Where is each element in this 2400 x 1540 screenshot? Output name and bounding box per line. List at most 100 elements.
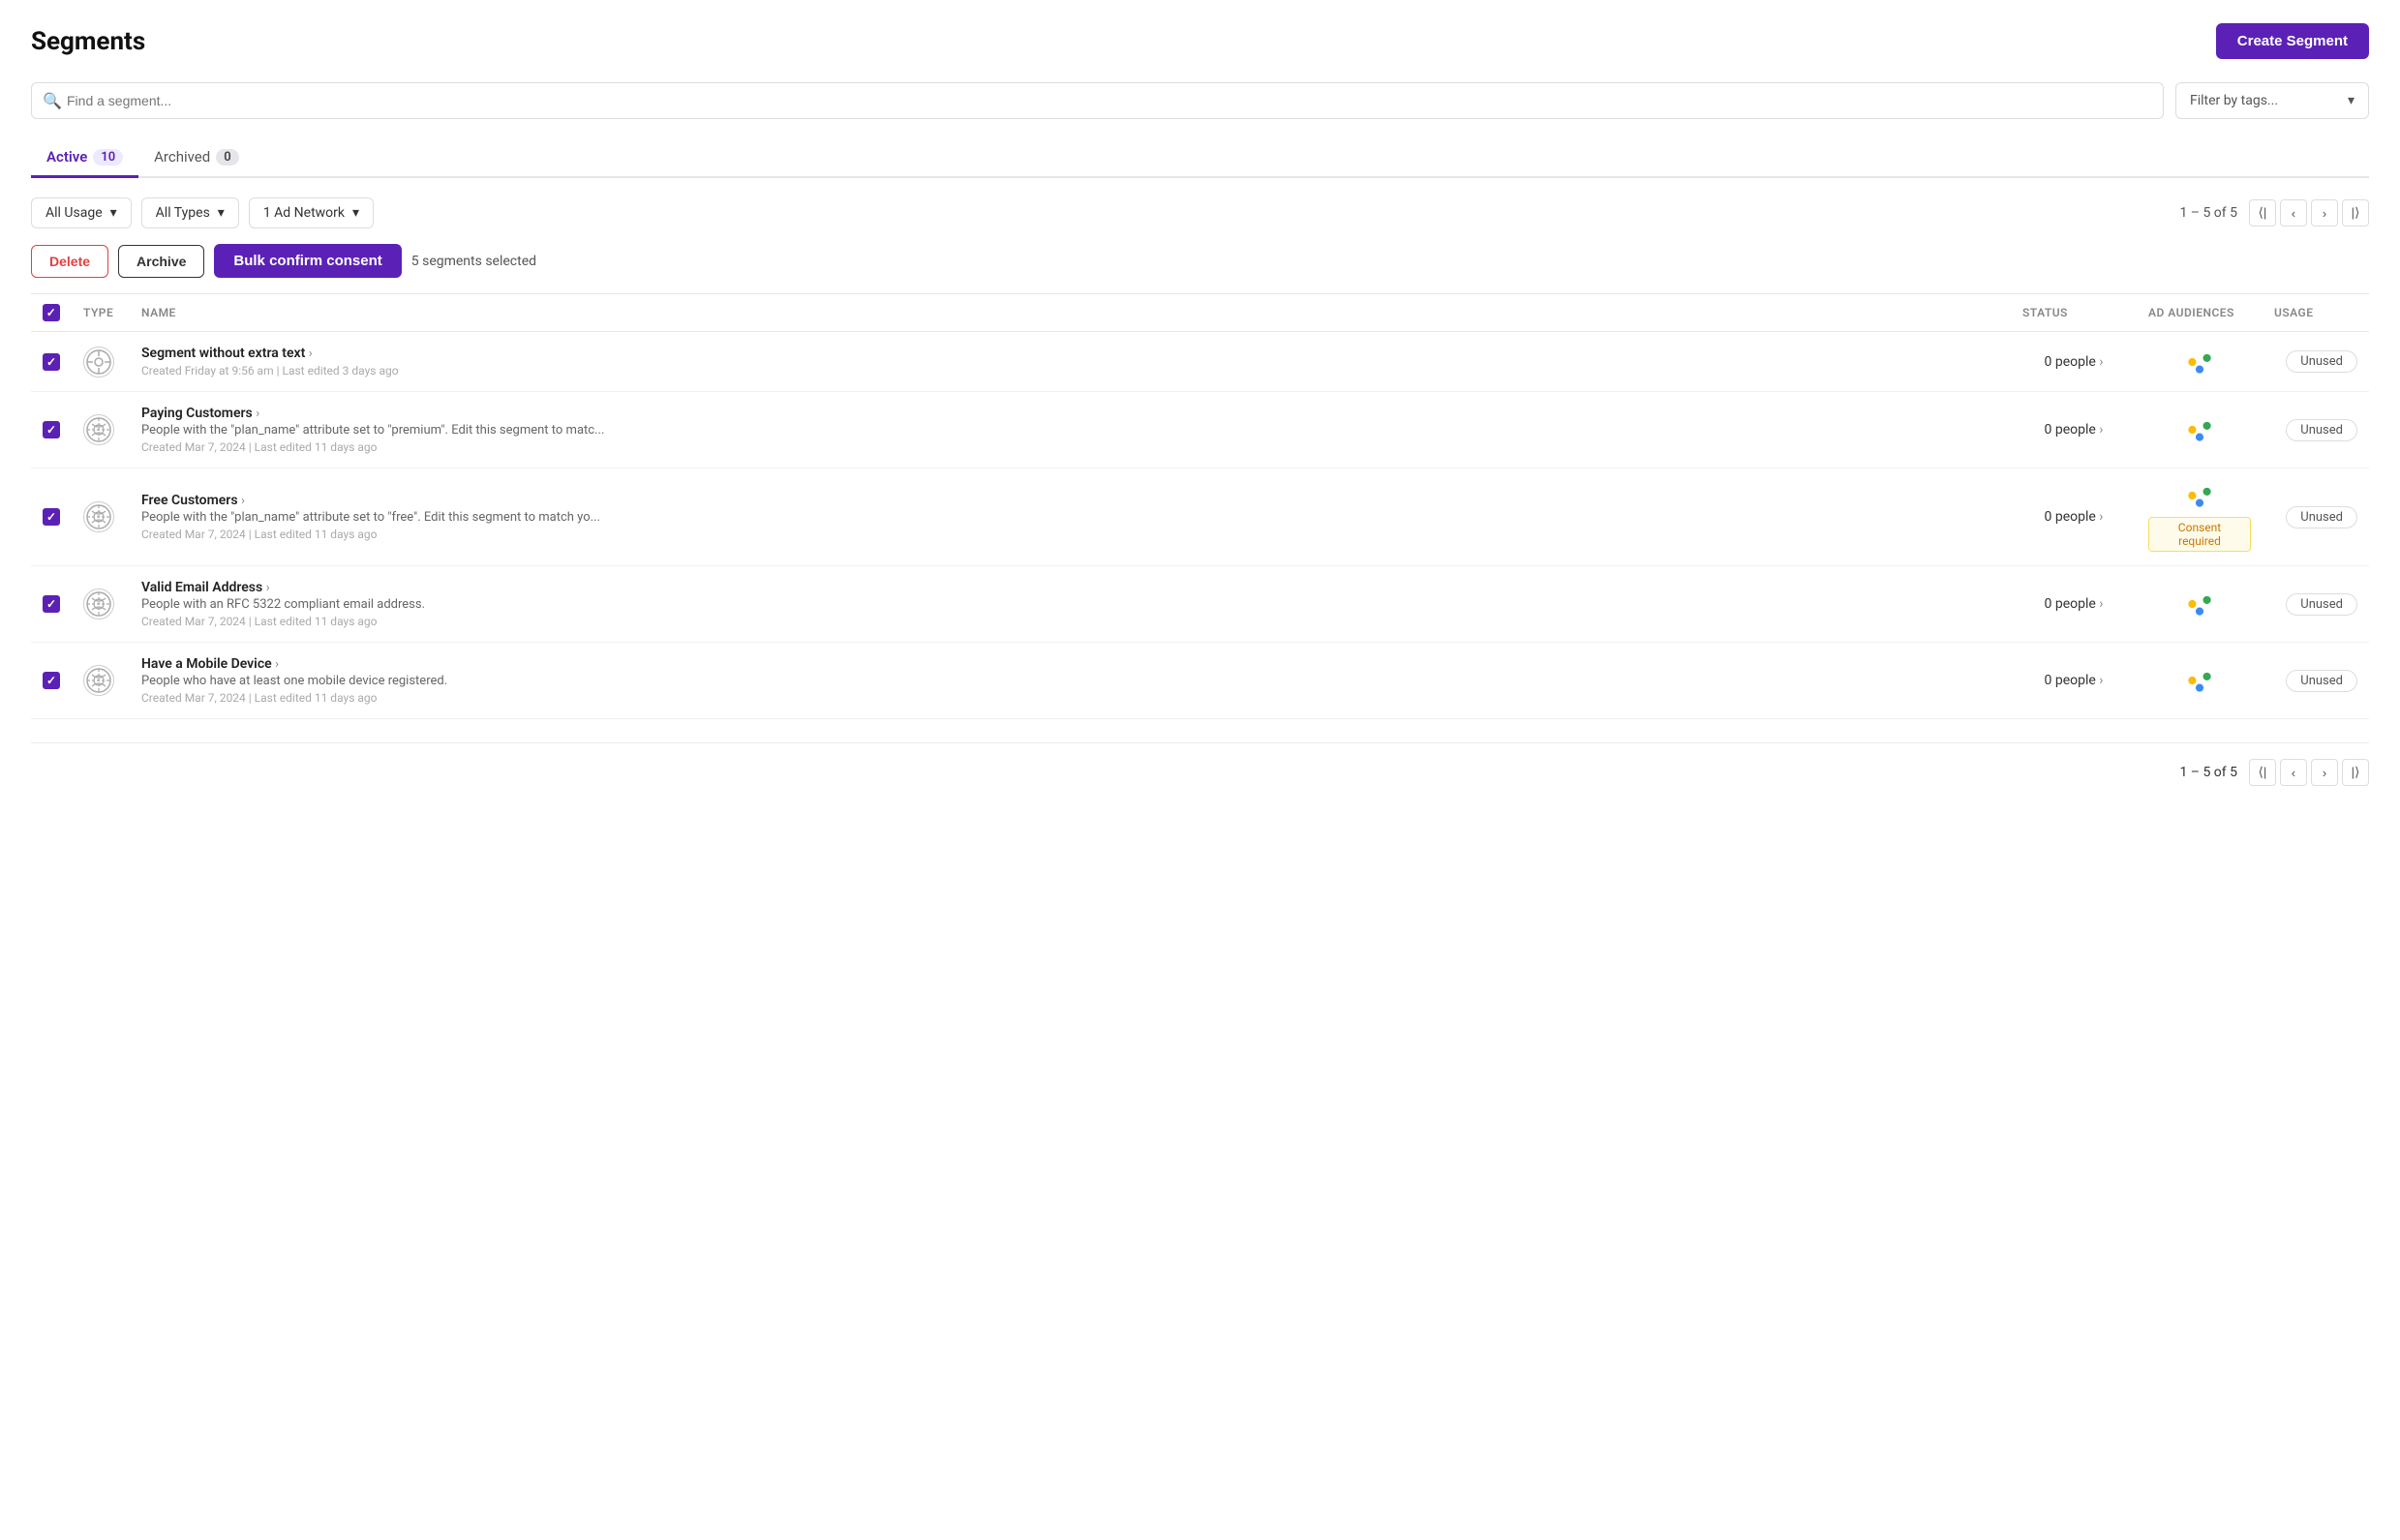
usage-chevron-icon: ▾	[110, 205, 117, 221]
row-type-cell	[72, 566, 130, 643]
top-pagination-info: 1 – 5 of 5	[2179, 205, 2237, 221]
page-header: Segments Create Segment	[31, 23, 2369, 59]
checkmark-icon: ✓	[46, 674, 56, 687]
tab-active[interactable]: Active 10	[31, 138, 138, 178]
header-usage: USAGE	[2263, 294, 2369, 332]
segment-name-1[interactable]: Segment without extra text ›	[141, 346, 1999, 361]
status-people-1[interactable]: 0 people ›	[2045, 354, 2104, 370]
row-checkbox-1[interactable]: ✓	[43, 353, 60, 371]
table-row: ✓ Valid Email Address › People with an R…	[31, 566, 2369, 643]
google-ads-icon-2	[2186, 416, 2213, 443]
row-usage-cell: Unused	[2263, 332, 2369, 392]
status-people-3[interactable]: 0 people ›	[2045, 509, 2104, 525]
tab-active-badge: 10	[93, 149, 123, 166]
row-checkbox-3[interactable]: ✓	[43, 508, 60, 526]
last-page-button[interactable]: |⟩	[2342, 199, 2369, 226]
row-checkbox-2[interactable]: ✓	[43, 421, 60, 438]
bottom-first-page-button[interactable]: ⟨|	[2249, 759, 2276, 786]
row-name-cell: Valid Email Address › People with an RFC…	[130, 566, 2011, 643]
checkmark-icon: ✓	[46, 597, 56, 611]
type-icon-1	[83, 347, 114, 377]
bulk-confirm-consent-button[interactable]: Bulk confirm consent	[214, 244, 401, 278]
types-dropdown[interactable]: All Types ▾	[141, 197, 239, 228]
types-chevron-icon: ▾	[218, 205, 225, 221]
ad-network-label: 1 Ad Network	[263, 205, 345, 221]
header-checkbox: ✓	[31, 294, 72, 332]
filter-tags-dropdown[interactable]: Filter by tags... ▾	[2175, 82, 2369, 119]
consent-required-badge-3: Consent required	[2148, 517, 2251, 552]
usage-badge-2: Unused	[2286, 419, 2357, 441]
row-name-cell: Free Customers › People with the "plan_n…	[130, 468, 2011, 566]
table-header-row: ✓ TYPE NAME STATUS AD AUDIENCES USAGE	[31, 294, 2369, 332]
row-usage-cell: Unused	[2263, 566, 2369, 643]
row-status-cell: 0 people ›	[2011, 468, 2137, 566]
segments-table: ✓ TYPE NAME STATUS AD AUDIENCES USAGE ✓ …	[31, 293, 2369, 719]
segment-name-5[interactable]: Have a Mobile Device ›	[141, 656, 1999, 672]
usage-badge-1: Unused	[2286, 350, 2357, 373]
bottom-last-page-icon: |⟩	[2352, 765, 2360, 780]
checkmark-icon: ✓	[46, 306, 57, 319]
selected-count-text: 5 segments selected	[411, 254, 536, 269]
bottom-first-page-icon: ⟨|	[2259, 765, 2267, 780]
segment-name-3[interactable]: Free Customers ›	[141, 493, 1999, 508]
status-people-5[interactable]: 0 people ›	[2045, 673, 2104, 688]
row-audiences-cell	[2137, 566, 2263, 643]
segment-desc-5: People who have at least one mobile devi…	[141, 674, 1999, 688]
types-label: All Types	[156, 205, 210, 221]
google-ads-icon-1	[2186, 348, 2213, 376]
row-checkbox-5[interactable]: ✓	[43, 672, 60, 689]
google-ads-icon-4	[2186, 590, 2213, 618]
tab-active-label: Active	[46, 148, 87, 166]
row-checkbox-4[interactable]: ✓	[43, 595, 60, 613]
row-name-cell: Have a Mobile Device › People who have a…	[130, 643, 2011, 719]
row-type-cell	[72, 643, 130, 719]
row-name-cell: Segment without extra text › Created Fri…	[130, 332, 2011, 392]
search-input[interactable]	[31, 82, 2164, 119]
google-ads-icon-3	[2186, 482, 2213, 509]
segment-meta-4: Created Mar 7, 2024 | Last edited 11 day…	[141, 615, 1999, 628]
page-title: Segments	[31, 27, 145, 56]
status-people-2[interactable]: 0 people ›	[2045, 422, 2104, 438]
tab-archived-badge: 0	[216, 149, 238, 166]
segment-name-2[interactable]: Paying Customers ›	[141, 406, 1999, 421]
row-checkbox-cell: ✓	[31, 566, 72, 643]
segment-meta-3: Created Mar 7, 2024 | Last edited 11 day…	[141, 528, 1999, 541]
segment-meta-5: Created Mar 7, 2024 | Last edited 11 day…	[141, 691, 1999, 705]
checkmark-icon: ✓	[46, 510, 56, 524]
row-status-cell: 0 people ›	[2011, 643, 2137, 719]
segment-name-4[interactable]: Valid Email Address ›	[141, 580, 1999, 595]
chevron-down-icon: ▾	[2348, 93, 2354, 108]
prev-page-button[interactable]: ‹	[2280, 199, 2307, 226]
ad-network-chevron-icon: ▾	[352, 205, 359, 221]
first-page-button[interactable]: ⟨|	[2249, 199, 2276, 226]
bottom-next-page-icon: ›	[2323, 766, 2326, 780]
usage-badge-5: Unused	[2286, 670, 2357, 692]
usage-badge-4: Unused	[2286, 593, 2357, 616]
header-ad-audiences: AD AUDIENCES	[2137, 294, 2263, 332]
row-usage-cell: Unused	[2263, 392, 2369, 468]
create-segment-button[interactable]: Create Segment	[2216, 23, 2369, 59]
row-name-cell: Paying Customers › People with the "plan…	[130, 392, 2011, 468]
bottom-prev-page-button[interactable]: ‹	[2280, 759, 2307, 786]
archive-button[interactable]: Archive	[118, 245, 204, 278]
status-people-4[interactable]: 0 people ›	[2045, 596, 2104, 612]
bottom-next-page-button[interactable]: ›	[2311, 759, 2338, 786]
ad-network-dropdown[interactable]: 1 Ad Network ▾	[249, 197, 374, 228]
bottom-last-page-button[interactable]: |⟩	[2342, 759, 2369, 786]
segment-desc-2: People with the "plan_name" attribute se…	[141, 423, 1999, 438]
search-input-wrap: 🔍	[31, 82, 2164, 119]
tabs-row: Active 10 Archived 0	[31, 138, 2369, 178]
next-page-button[interactable]: ›	[2311, 199, 2338, 226]
tab-archived[interactable]: Archived 0	[138, 138, 255, 178]
table-row: ✓ Segment without extra text › Created F…	[31, 332, 2369, 392]
select-all-checkbox[interactable]: ✓	[43, 304, 60, 321]
header-status: STATUS	[2011, 294, 2137, 332]
type-icon-3	[83, 501, 114, 532]
delete-button[interactable]: Delete	[31, 245, 108, 278]
search-icon: 🔍	[43, 92, 62, 110]
table-row: ✓ Paying Customers › People with the "pl…	[31, 392, 2369, 468]
google-ads-icon-5	[2186, 667, 2213, 694]
controls-row: All Usage ▾ All Types ▾ 1 Ad Network ▾ 1…	[31, 197, 2369, 228]
bottom-prev-page-icon: ‹	[2292, 766, 2295, 780]
usage-dropdown[interactable]: All Usage ▾	[31, 197, 132, 228]
